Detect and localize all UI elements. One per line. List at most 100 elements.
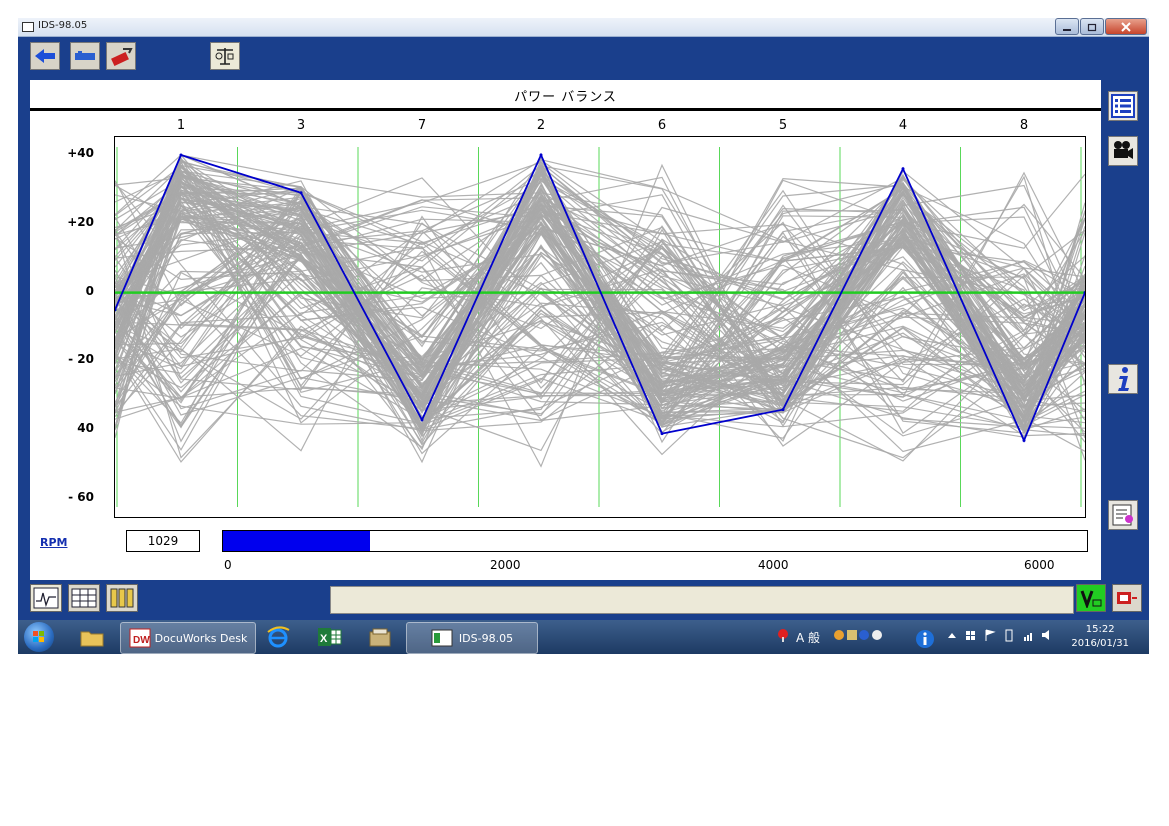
report-icon xyxy=(1112,504,1133,526)
info-circle-icon xyxy=(916,630,934,648)
waveform-icon xyxy=(33,587,59,609)
value-button[interactable] xyxy=(1076,584,1106,612)
title-divider xyxy=(30,108,1101,111)
rpm-tick-label: 2000 xyxy=(490,558,521,572)
ie-button[interactable] xyxy=(260,622,296,652)
rpm-tick-label: 0 xyxy=(224,558,232,572)
excel-icon: X xyxy=(318,628,342,646)
internet-explorer-icon xyxy=(267,626,290,648)
binders-icon xyxy=(110,588,134,608)
rpm-bar-fill xyxy=(223,531,370,551)
report-button[interactable] xyxy=(1108,500,1138,530)
clock-time: 15:22 xyxy=(1085,624,1115,635)
start-button[interactable] xyxy=(24,622,54,652)
svg-text:DW: DW xyxy=(133,635,150,646)
power-balance-panel: パワー バランス 13726548 +40 +20 0- 20 40- 60 RPM … xyxy=(30,80,1101,580)
minimize-icon xyxy=(1063,28,1071,31)
app-window: IDS-98.05 パワー バランス 137265 4 8 +40 +20 0 … xyxy=(18,18,1149,620)
rpm-label: RPM xyxy=(40,536,68,549)
highlight-point xyxy=(539,153,543,157)
app-icon xyxy=(22,22,34,32)
ids-window-icon xyxy=(431,629,453,647)
highlight-point xyxy=(901,167,905,171)
maximize-button[interactable] xyxy=(1080,18,1104,35)
chart-canvas xyxy=(115,147,1085,507)
docuworks-task-label: DocuWorks Desk xyxy=(154,631,248,645)
cylinder-label-7: 7 xyxy=(417,118,427,133)
explorer-button[interactable] xyxy=(74,622,110,652)
cylinder-label-6: 6 xyxy=(657,118,667,133)
list-view-button[interactable] xyxy=(1108,91,1138,121)
v-check-icon xyxy=(1080,590,1102,608)
tray-alert-icon[interactable] xyxy=(776,628,790,645)
binder-view-button[interactable] xyxy=(106,584,138,612)
close-icon xyxy=(1121,21,1131,32)
cylinder-label-3: 3 xyxy=(296,118,306,133)
chart-view-button[interactable] xyxy=(30,584,62,612)
files-button[interactable] xyxy=(362,622,398,652)
back-button[interactable] xyxy=(30,42,60,70)
y-tick-label: - 20 xyxy=(68,352,94,367)
title-bar: IDS-98.05 xyxy=(18,18,1149,37)
docuworks-task[interactable]: DW DocuWorks Desk xyxy=(120,622,256,654)
clock-date: 2016/01/31 xyxy=(1071,638,1129,649)
highlight-point xyxy=(660,432,664,436)
highlight-point xyxy=(420,418,424,422)
machine-icon xyxy=(75,51,95,60)
system-tray[interactable] xyxy=(946,628,1056,645)
folder-icon xyxy=(80,631,104,647)
docuworks-icon: DW xyxy=(129,628,151,648)
power-balance-chart xyxy=(114,136,1086,518)
cylinder-label-4: 4 xyxy=(898,118,908,133)
ids-task[interactable]: IDS-98.05 xyxy=(406,622,538,654)
highlight-point xyxy=(781,408,785,412)
svg-text:X: X xyxy=(320,633,328,645)
clock[interactable]: 15:22 2016/01/31 xyxy=(1071,623,1129,651)
toolbar xyxy=(18,36,1149,78)
minimize-button[interactable] xyxy=(1055,18,1079,35)
taskbar: DW DocuWorks Desk X IDS-98.05 A 般 15:22 … xyxy=(18,620,1149,654)
cabinet-icon xyxy=(369,628,391,647)
tray-system-icons xyxy=(948,629,1049,642)
excel-button[interactable]: X xyxy=(312,622,348,652)
highlight-point xyxy=(179,153,183,157)
cylinder-label-2: 2 xyxy=(536,118,546,133)
y-tick-label: - 60 xyxy=(68,490,94,504)
window-controls xyxy=(1054,18,1147,35)
table-grid-icon xyxy=(71,588,97,608)
cylinder-label-1: 1 xyxy=(176,118,186,133)
y-tick-label: 0 xyxy=(85,283,94,298)
y-tick-label: 40 xyxy=(77,421,94,436)
power-balance-tab-button[interactable] xyxy=(210,42,240,70)
panel-title: パワー バランス xyxy=(514,90,617,105)
highlight-point xyxy=(1022,439,1026,442)
info-icon xyxy=(1118,367,1129,391)
exit-door-icon xyxy=(1117,592,1137,604)
rpm-bar xyxy=(222,530,1088,552)
windows-logo-icon xyxy=(33,631,44,642)
grid-view-button[interactable] xyxy=(68,584,100,612)
wrench-icon xyxy=(111,48,133,67)
info-tray-icon[interactable] xyxy=(914,628,936,653)
restore-icon xyxy=(1087,23,1097,31)
ime-indicator[interactable]: A 般 xyxy=(796,629,820,646)
ids-task-label: IDS-98.05 xyxy=(458,631,514,645)
tray-app-icons xyxy=(834,630,882,640)
rpm-tick-label: 6000 xyxy=(1024,558,1055,572)
back-arrow-icon xyxy=(35,49,55,63)
tool-button-3[interactable] xyxy=(106,42,136,70)
y-tick-label: +40 xyxy=(67,146,94,160)
highlight-point xyxy=(299,191,303,195)
close-button[interactable] xyxy=(1105,18,1147,35)
alert-pin-icon xyxy=(778,629,788,642)
exit-button[interactable] xyxy=(1112,584,1142,612)
record-button[interactable] xyxy=(1108,136,1138,166)
bottom-toolbar xyxy=(18,580,1149,620)
cylinder-label-8: 8 xyxy=(1019,118,1029,133)
movie-camera-icon xyxy=(1114,141,1133,159)
tray-icons[interactable] xyxy=(834,628,882,645)
list-icon xyxy=(1111,94,1135,118)
info-button[interactable] xyxy=(1108,364,1138,394)
balance-scale-icon xyxy=(215,48,234,65)
tool-button-2[interactable] xyxy=(70,42,100,70)
